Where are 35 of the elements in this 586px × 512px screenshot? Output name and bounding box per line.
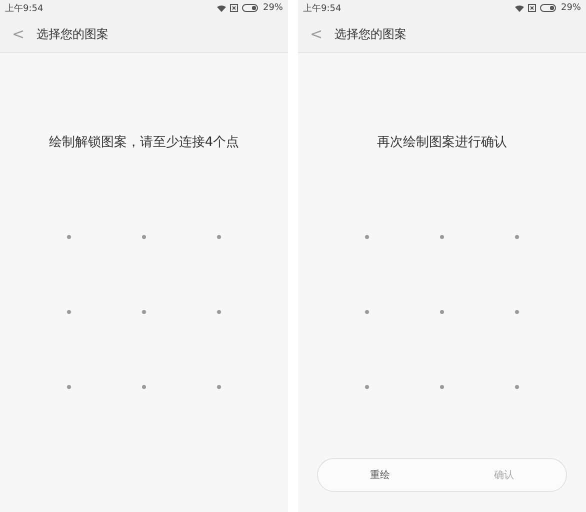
battery-icon (242, 4, 259, 12)
instruction-text: 再次绘制图案进行确认 (376, 134, 508, 151)
pattern-dot[interactable] (365, 310, 369, 314)
pattern-dot[interactable] (142, 384, 146, 388)
pattern-dot[interactable] (217, 234, 221, 238)
action-button[interactable]: 重绘 (318, 459, 442, 491)
pattern-dot[interactable] (142, 234, 146, 238)
pattern-dot[interactable] (67, 384, 71, 388)
pattern-dot[interactable] (142, 310, 146, 314)
pattern-dot[interactable] (440, 310, 444, 314)
pattern-dot[interactable] (515, 384, 519, 388)
page-title: 选择您的图案 (36, 26, 109, 42)
pattern-dot[interactable] (365, 384, 369, 388)
pattern-dot[interactable] (217, 310, 221, 314)
status-time: 上午9:54 (5, 2, 44, 14)
pattern-dot[interactable] (440, 234, 444, 238)
back-button[interactable]: < (310, 25, 323, 43)
wifi-icon (216, 4, 226, 12)
pattern-dot[interactable] (67, 234, 71, 238)
sim-icon (528, 4, 536, 12)
battery-icon (540, 4, 557, 12)
pattern-dot[interactable] (515, 310, 519, 314)
instruction-text: 绘制解锁图案，请至少连接4个点 (48, 134, 240, 151)
pattern-dot[interactable] (217, 384, 221, 388)
page-title: 选择您的图案 (334, 26, 407, 42)
pattern-dot[interactable] (67, 310, 71, 314)
pattern-dot[interactable] (365, 234, 369, 238)
wifi-icon (514, 4, 524, 12)
sim-icon (230, 4, 238, 12)
status-time: 上午9:54 (303, 2, 342, 14)
battery-percentage: 29% (262, 3, 283, 13)
battery-percentage: 29% (560, 3, 581, 13)
pattern-dot[interactable] (515, 234, 519, 238)
back-button[interactable]: < (12, 25, 25, 43)
pattern-dot[interactable] (440, 384, 444, 388)
